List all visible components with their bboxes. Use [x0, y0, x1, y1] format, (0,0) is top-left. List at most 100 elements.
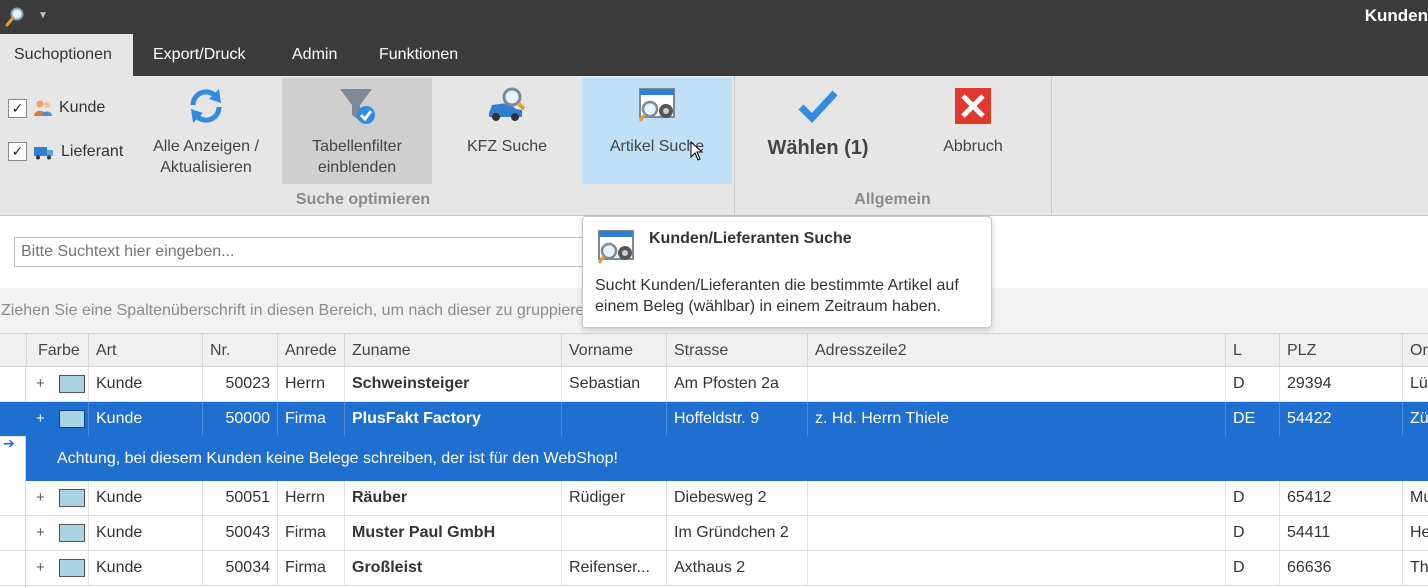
column-header-plz[interactable]: PLZ	[1279, 334, 1402, 367]
grid-header: Farbe Art Nr. Anrede Zuname Vorname Stra…	[0, 333, 1428, 367]
cell-plz: 66636	[1279, 551, 1402, 585]
cell-vorname	[561, 516, 666, 550]
color-swatch	[59, 410, 85, 428]
column-header-vorname[interactable]: Vorname	[561, 334, 666, 367]
cell-art: Kunde	[88, 551, 202, 585]
title-bar: ▼ Kunden	[0, 0, 1428, 34]
row-note: Achtung, bei diesem Kunden keine Belege …	[26, 436, 1428, 481]
cell-anrede: Herrn	[277, 367, 344, 401]
cell-zuname: Großleist	[344, 551, 561, 585]
customer-icon	[34, 100, 52, 116]
cell-art: Kunde	[88, 516, 202, 550]
cell-land: D	[1225, 367, 1279, 401]
filter-kunde[interactable]: ✓ Kunde	[8, 98, 105, 118]
cell-ort: Lüd	[1402, 367, 1428, 401]
column-header-zuname[interactable]: Zuname	[344, 334, 561, 367]
color-swatch	[59, 375, 85, 393]
table-row[interactable]: + Kunde 50051 Herrn Räuber Rüdiger Diebe…	[0, 481, 1428, 516]
tab-funktionen[interactable]: Funktionen	[365, 34, 472, 76]
table-row[interactable]: + Kunde 50043 Firma Muster Paul GmbH Im …	[0, 516, 1428, 551]
expand-row-icon[interactable]: +	[36, 367, 45, 401]
expand-row-icon[interactable]: +	[36, 481, 45, 515]
column-header-ort[interactable]: Ort	[1402, 334, 1428, 367]
article-search-icon	[635, 84, 679, 128]
cell-adresszeile2	[807, 516, 1225, 550]
cell-ort: Th	[1402, 551, 1428, 585]
color-swatch	[59, 524, 85, 542]
cell-adresszeile2	[807, 551, 1225, 585]
group-label-search: Suche optimieren	[295, 191, 431, 208]
cell-vorname: Rüdiger	[561, 481, 666, 515]
expand-row-icon[interactable]: +	[36, 551, 45, 585]
tab-suchoptionen[interactable]: Suchoptionen	[0, 34, 133, 76]
cell-vorname	[561, 402, 666, 436]
cell-nr: 50034	[202, 551, 277, 585]
table-row-selected[interactable]: + Kunde 50000 Firma PlusFakt Factory Hof…	[0, 402, 1428, 437]
table-row[interactable]: + Kunde 50023 Herrn Schweinsteiger Sebas…	[0, 367, 1428, 402]
cell-land: D	[1225, 516, 1279, 550]
refresh-button[interactable]: Alle Anzeigen / Aktualisieren	[140, 78, 272, 184]
checkmark-icon	[796, 84, 840, 128]
lieferant-label: Lieferant	[61, 142, 124, 160]
kfz-search-label: KFZ Suche	[466, 138, 548, 155]
group-separator	[1051, 76, 1052, 214]
tab-export-druck[interactable]: Export/Druck	[139, 34, 259, 76]
cell-nr: 50023	[202, 367, 277, 401]
magnifier-icon[interactable]	[4, 6, 26, 28]
article-search-button[interactable]: Artikel Suche	[582, 78, 732, 184]
tab-admin[interactable]: Admin	[278, 34, 351, 76]
cancel-icon	[951, 84, 995, 128]
cell-zuname: Schweinsteiger	[344, 367, 561, 401]
cell-strasse: Hoffeldstr. 9	[666, 402, 807, 436]
table-row[interactable]: + Kunde 50034 Firma Großleist Reifenser.…	[0, 551, 1428, 586]
cell-nr: 50043	[202, 516, 277, 550]
cell-strasse: Axthaus 2	[666, 551, 807, 585]
cell-vorname: Sebastian	[561, 367, 666, 401]
current-row-arrow-icon: ➔	[3, 435, 15, 451]
ribbon: ✓ Kunde ✓ Lieferant Alle Anzeigen / Aktu…	[0, 76, 1428, 216]
mouse-cursor-icon	[690, 141, 704, 161]
search-input[interactable]	[14, 237, 594, 267]
cancel-button[interactable]: Abbruch	[906, 78, 1040, 184]
column-header-art[interactable]: Art	[88, 334, 202, 367]
cell-anrede: Herrn	[277, 481, 344, 515]
cell-land: DE	[1225, 402, 1279, 436]
refresh-label-line2: Aktualisieren	[160, 159, 252, 176]
kunde-label: Kunde	[59, 99, 106, 116]
color-swatch	[59, 489, 85, 507]
cell-adresszeile2: z. Hd. Herrn Thiele	[807, 402, 1225, 436]
cell-land: D	[1225, 481, 1279, 515]
cell-plz: 54422	[1279, 402, 1402, 436]
article-search-icon	[597, 230, 634, 264]
car-search-icon	[485, 84, 529, 128]
cell-anrede: Firma	[277, 516, 344, 550]
cell-adresszeile2	[807, 367, 1225, 401]
column-header-land[interactable]: L	[1225, 334, 1279, 367]
kunde-checkbox[interactable]: ✓	[8, 98, 27, 118]
cell-nr: 50051	[202, 481, 277, 515]
column-header-adresszeile2[interactable]: Adresszeile2	[807, 334, 1225, 367]
kfz-search-button[interactable]: KFZ Suche	[442, 78, 572, 184]
expand-row-icon[interactable]: +	[36, 516, 45, 550]
column-header-anrede[interactable]: Anrede	[277, 334, 344, 367]
tooltip-title: Kunden/Lieferanten Suche	[649, 230, 852, 247]
chevron-down-icon[interactable]: ▼	[38, 10, 48, 21]
cell-art: Kunde	[88, 481, 202, 515]
refresh-label-line1: Alle Anzeigen /	[153, 138, 259, 155]
cell-zuname: Räuber	[344, 481, 561, 515]
filter-lieferant[interactable]: ✓ Lieferant	[8, 142, 123, 161]
lieferant-checkbox[interactable]: ✓	[8, 142, 27, 161]
cell-art: Kunde	[88, 367, 202, 401]
refresh-icon	[184, 84, 228, 128]
tooltip: Kunden/Lieferanten Suche Sucht Kunden/Li…	[582, 216, 992, 328]
cell-plz: 54411	[1279, 516, 1402, 550]
column-header-strasse[interactable]: Strasse	[666, 334, 807, 367]
cell-adresszeile2	[807, 481, 1225, 515]
table-filter-button[interactable]: Tabellenfilter einblenden	[282, 78, 432, 184]
select-button[interactable]: Wählen (1)	[750, 78, 886, 184]
expand-row-icon[interactable]: +	[36, 402, 45, 436]
cell-ort: Zü	[1402, 402, 1428, 436]
column-header-farbe[interactable]: Farbe	[26, 334, 88, 367]
column-header-nr[interactable]: Nr.	[202, 334, 277, 367]
cell-zuname: PlusFakt Factory	[344, 402, 561, 436]
